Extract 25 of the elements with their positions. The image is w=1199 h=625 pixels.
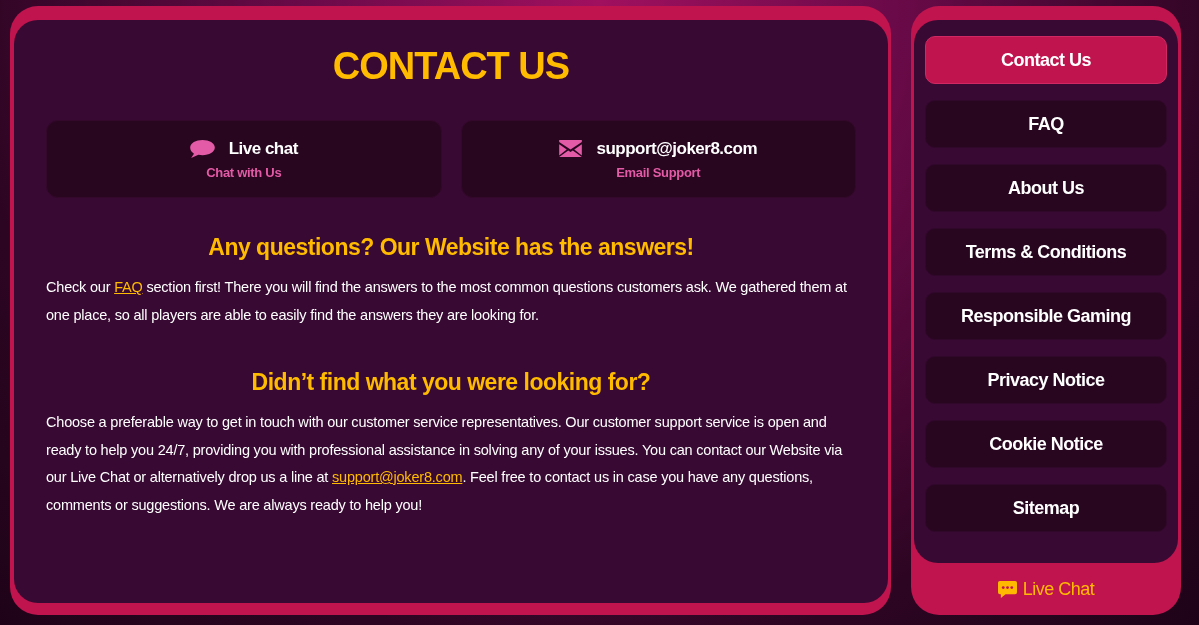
speech-bubble-icon: [189, 139, 215, 158]
nav-item[interactable]: Cookie Notice: [925, 420, 1167, 468]
nav-item[interactable]: Sitemap: [925, 484, 1167, 532]
section-paragraph: Check our FAQ section first! There you will find the answers to the most common questions customers ask. We gathered them at one place, so all players are able to easily find the answers they are looking for.: [46, 278, 848, 325]
page-title: CONTACT US: [331, 44, 571, 89]
contact-card[interactable]: support@joker8.com Email Support: [460, 120, 856, 198]
section-heading: Any questions? Our Website has the answers!: [207, 233, 695, 262]
contact-label: support@joker8.com: [596, 138, 758, 159]
nav-item[interactable]: Privacy Notice: [925, 356, 1167, 404]
contact-card[interactable]: Live chat Chat with Us: [46, 120, 442, 198]
contact-caption: Email Support: [616, 164, 701, 180]
nav-item[interactable]: FAQ: [925, 100, 1167, 148]
section-heading: Didn’t find what you were looking for?: [250, 368, 652, 397]
contact-label: Live chat: [228, 138, 298, 159]
contact-caption: Chat with Us: [206, 164, 282, 180]
nav-item[interactable]: About Us: [925, 164, 1167, 212]
nav-item[interactable]: Terms & Conditions: [925, 228, 1167, 276]
envelope-icon: [559, 140, 583, 157]
chat-bubble-icon: [997, 579, 1017, 599]
text-link[interactable]: support@joker8.com: [332, 469, 463, 485]
nav-item[interactable]: Responsible Gaming: [925, 292, 1167, 340]
nav-item[interactable]: Contact Us: [925, 36, 1167, 84]
live-chat-button[interactable]: Live Chat: [993, 576, 1099, 602]
section-paragraph: Choose a preferable way to get in touch with our customer service representatives. Our customer support service is open and ready to help you 24/7, providing you with professional assistance in solving any of your issues. You can contact our Website via our Live Chat or alternatively drop us a line at support@joker8.com. Feel free to contact us in case you have any questions, comments or suggestions. We are always ready to help you!: [46, 413, 844, 515]
text-link[interactable]: FAQ: [114, 279, 143, 295]
